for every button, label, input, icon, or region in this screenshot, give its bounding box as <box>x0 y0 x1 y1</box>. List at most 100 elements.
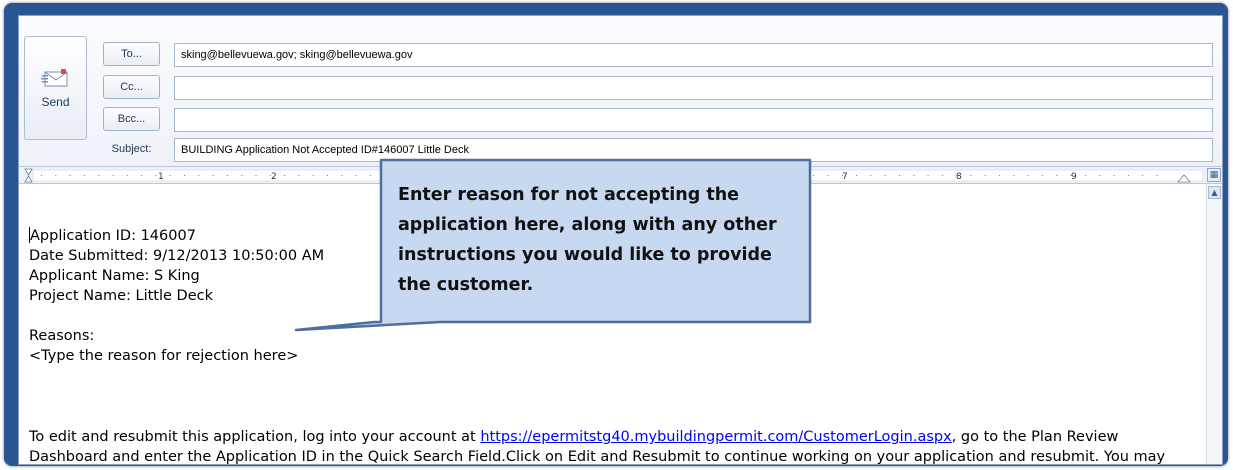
ruler-tick <box>1027 175 1029 176</box>
ruler-tick <box>1099 175 1101 176</box>
project-name-line: Project Name: Little Deck <box>29 288 213 304</box>
resubmit-instructions: To edit and resubmit this application, l… <box>29 427 1199 464</box>
ruler-tick <box>241 175 243 176</box>
ruler-tick <box>584 175 586 176</box>
ruler-tick <box>398 175 400 176</box>
ruler-tick <box>613 175 614 176</box>
ruler-tick <box>255 175 257 176</box>
ruler-tick <box>927 175 929 176</box>
ruler-tick <box>1113 175 1115 176</box>
ruler-tick <box>126 175 128 176</box>
ruler-tick <box>727 175 729 176</box>
ruler-tick <box>441 175 443 176</box>
ruler-tick <box>498 175 500 176</box>
ruler-tick <box>369 175 371 176</box>
subject-field[interactable]: BUILDING Application Not Accepted ID#146… <box>174 138 1213 162</box>
to-field[interactable]: sking@bellevuewa.gov; sking@bellevuewa.g… <box>174 43 1213 67</box>
ruler-tick <box>198 175 200 176</box>
ruler-tick <box>713 175 715 176</box>
application-id-line: Application ID: 146007 <box>29 227 196 246</box>
ruler-tick <box>870 175 872 176</box>
cc-field[interactable] <box>174 76 1213 100</box>
ruler-tick <box>212 175 214 176</box>
to-button[interactable]: To... <box>103 42 160 66</box>
ruler-tick <box>83 175 85 176</box>
ruler-tick <box>1056 175 1058 176</box>
ruler-number: 7 <box>842 172 848 182</box>
ruler-tick <box>1013 175 1015 176</box>
bcc-button[interactable]: Bcc... <box>103 107 160 131</box>
ruler-tick <box>741 175 743 176</box>
ruler-tick <box>327 175 328 176</box>
ruler-tick <box>355 175 357 176</box>
ruler-tick <box>155 175 157 176</box>
ruler-tick <box>1156 175 1158 176</box>
ruler-tick <box>555 175 557 176</box>
ruler-tick <box>756 175 757 176</box>
ruler-tick <box>412 175 414 176</box>
instructions-prefix: To edit and resubmit this application, l… <box>29 429 481 445</box>
ruler-tick <box>470 175 471 176</box>
date-submitted-line: Date Submitted: 9/12/2013 10:50:00 AM <box>29 248 325 264</box>
cc-button[interactable]: Cc... <box>103 75 160 99</box>
ruler-tick <box>427 175 429 176</box>
ruler-tick <box>41 175 42 176</box>
callout-text: Enter reason for not accepting the appli… <box>398 185 777 295</box>
ruler-tick <box>913 175 915 176</box>
ruler-tick <box>98 175 100 176</box>
ruler-tick <box>598 175 600 176</box>
scroll-up-arrow-icon[interactable]: ▲ <box>1208 186 1221 199</box>
ruler-tick <box>999 175 1001 176</box>
ruler-tick <box>641 175 643 176</box>
ruler-tick <box>856 175 858 176</box>
reasons-label: Reasons: <box>29 328 95 344</box>
ruler-tick <box>1084 175 1086 176</box>
ruler-tick <box>984 175 986 176</box>
ruler-tick <box>884 175 886 176</box>
send-button[interactable]: Send <box>24 36 87 140</box>
ruler-tick <box>698 175 700 176</box>
ruler-tick <box>827 175 829 176</box>
ruler-tick <box>941 175 943 176</box>
ruler-tick <box>570 175 572 176</box>
application-id-text: Application ID: 146007 <box>30 228 196 244</box>
ruler-tick <box>784 175 786 176</box>
ruler-tick <box>684 175 686 176</box>
ruler-tick <box>184 175 185 176</box>
ruler-tick <box>384 175 386 176</box>
ruler-tick <box>512 175 514 176</box>
ruler-tick <box>970 175 972 176</box>
ruler-tick <box>527 175 529 176</box>
applicant-name-line: Applicant Name: S King <box>29 268 200 284</box>
ruler-number: 9 <box>1071 172 1077 182</box>
vertical-scrollbar[interactable]: ▲ <box>1206 184 1222 464</box>
subject-label: Subject: <box>111 143 152 155</box>
ruler-tick <box>341 175 343 176</box>
reason-placeholder[interactable]: <Type the reason for rejection here> <box>29 347 298 366</box>
ruler-tick <box>112 175 114 176</box>
ruler-tick <box>484 175 486 176</box>
ruler-tick <box>627 175 629 176</box>
ruler-tick <box>813 175 815 176</box>
ruler-tick <box>141 175 143 176</box>
ruler-tick <box>298 175 300 176</box>
ruler-tick <box>899 175 900 176</box>
ruler-tick <box>670 175 672 176</box>
ruler-tick <box>1127 175 1129 176</box>
ruler-tick <box>770 175 772 176</box>
envelope-send-icon <box>40 67 71 89</box>
ruler-number: 1 <box>158 172 164 182</box>
ruler-tick <box>798 175 800 176</box>
ruler-toggle-icon[interactable]: ▦ <box>1207 168 1221 182</box>
ruler-number: 2 <box>271 172 277 182</box>
ruler-tick <box>541 175 543 176</box>
message-header: Send To... Cc... Bcc... Subject: sking@b… <box>19 16 1222 166</box>
ruler-tick <box>455 175 457 176</box>
ruler-number: 8 <box>956 172 962 182</box>
bcc-field[interactable] <box>174 108 1213 132</box>
ruler-tick <box>1042 175 1043 176</box>
ruler-tick <box>655 175 657 176</box>
customer-login-link[interactable]: https://epermitstg40.mybuildingpermit.co… <box>480 429 951 445</box>
ruler-tick <box>284 175 286 176</box>
send-label: Send <box>41 95 70 109</box>
